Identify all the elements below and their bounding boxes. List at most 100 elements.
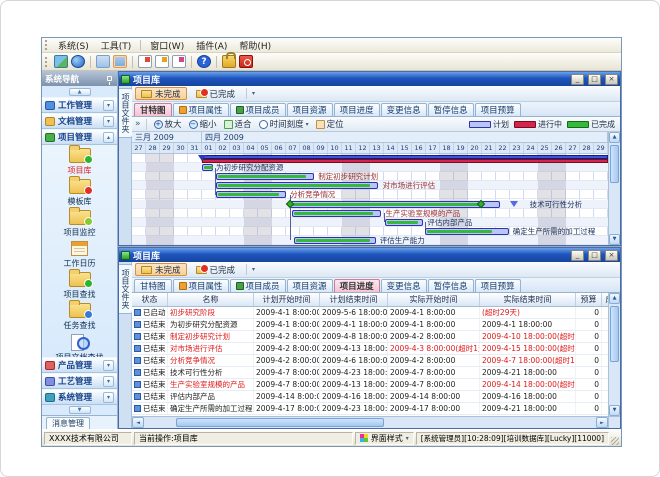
toolbar-overflow-chevron[interactable]: » <box>135 119 141 129</box>
lock-icon[interactable] <box>222 55 236 68</box>
scroll-thumb[interactable] <box>610 145 619 183</box>
scroll-up-arrow-icon[interactable]: ▲ <box>609 293 620 304</box>
table-row[interactable]: 已结束对市场进行评估2009-4-2 8:00:002009-4-13 18:0… <box>132 343 608 355</box>
tab-变更信息[interactable]: 变更信息 <box>381 279 427 292</box>
folder-open-icon[interactable] <box>96 55 110 68</box>
gantt-tool-定位[interactable]: 定位 <box>314 118 346 131</box>
menu-item-4[interactable]: 帮助(H) <box>233 38 277 53</box>
gantt-bar-评估内部产品[interactable] <box>385 219 423 226</box>
scroll-thumb[interactable] <box>610 306 619 362</box>
sidebar-item-工作日历[interactable]: 工作日历 <box>64 241 96 269</box>
table-row[interactable]: 已启动初步研究阶段2009-4-1 8:00:002009-5-6 18:00:… <box>132 307 608 319</box>
sidebar-section-产品管理[interactable]: 产品管理▾ <box>42 357 117 373</box>
gantt-tool-缩小[interactable]: 缩小 <box>187 118 219 131</box>
tab-项目进度[interactable]: 项目进度 <box>334 279 380 292</box>
filter-button-已完成[interactable]: 已完成 <box>190 263 242 276</box>
column-header-实际开始时间[interactable]: 实际开始时间 <box>388 293 480 306</box>
expand-chevron-icon[interactable]: ▾ <box>103 116 114 127</box>
minimize-button[interactable]: _ <box>571 74 584 85</box>
window-titlebar[interactable]: 项目库 _ □ × <box>119 72 620 86</box>
sidebar-section-工作管理[interactable]: 工作管理▾ <box>42 97 117 113</box>
sidebar-section-项目管理[interactable]: 项目管理▴ <box>42 129 117 145</box>
web-icon[interactable] <box>71 55 85 68</box>
sidebar-item-模板库[interactable]: 模板库 <box>68 179 92 207</box>
table-row[interactable]: 已结束技术可行性分析2009-4-7 8:00:002009-4-23 18:0… <box>132 367 608 379</box>
scroll-down-arrow-icon[interactable]: ▼ <box>609 234 620 245</box>
table-row[interactable]: 已结束生产实验室规模的产品2009-4-7 8:00:002009-4-13 1… <box>132 379 608 391</box>
column-header-预算[interactable]: 预算 <box>576 293 602 306</box>
scroll-left-arrow-icon[interactable]: ◄ <box>132 417 144 428</box>
ui-style-selector[interactable]: 界面样式 ▾ <box>355 432 414 445</box>
column-header-实际结束时间[interactable]: 实际结束时间 <box>480 293 576 306</box>
menu-item-0[interactable]: 系统(S) <box>52 38 95 53</box>
project-folder-tab[interactable]: 项目文件夹 <box>119 88 133 138</box>
tab-变更信息[interactable]: 变更信息 <box>381 103 427 116</box>
tab-暂停信息[interactable]: 暂停信息 <box>428 279 474 292</box>
tab-甘特图[interactable]: 甘特图 <box>134 103 172 116</box>
tab-项目预算[interactable]: 项目预算 <box>475 103 521 116</box>
close-button[interactable]: × <box>605 74 618 85</box>
scroll-right-arrow-icon[interactable]: ► <box>596 417 608 428</box>
gantt-bar-技术可行性分析[interactable] <box>290 201 500 208</box>
expand-chevron-icon[interactable]: ▾ <box>103 360 114 371</box>
sidebar-item-项目监控[interactable]: 项目监控 <box>64 210 96 238</box>
scroll-thumb[interactable] <box>176 418 384 427</box>
maximize-button[interactable]: □ <box>588 74 601 85</box>
gantt-tool-时间刻度[interactable]: 时间刻度▾ <box>257 118 311 131</box>
table-horizontal-scrollbar[interactable]: ◄ ► <box>132 416 608 428</box>
tab-项目属性[interactable]: 项目属性 <box>173 103 229 116</box>
message-management-tab[interactable]: 消息管理 <box>42 415 117 429</box>
filter-button-未完成[interactable]: 未完成 <box>135 263 187 276</box>
more-options-icon[interactable]: ▾ <box>252 90 255 97</box>
toolbar-grip[interactable] <box>45 57 48 67</box>
scroll-down-arrow-icon[interactable]: ▼ <box>609 405 620 416</box>
table-row[interactable]: 已结束为初步研究分配资源2009-4-1 8:00:002009-4-1 18:… <box>132 319 608 331</box>
gantt-bar-生产实验室规模的产品[interactable] <box>292 210 382 217</box>
project-folder-tab[interactable]: 项目文件夹 <box>119 264 133 314</box>
table-row[interactable]: 已结束确定生产所需的加工过程2009-4-17 8:00:002009-4-23… <box>132 403 608 415</box>
tab-项目进度[interactable]: 项目进度 <box>334 103 380 116</box>
tab-甘特图[interactable]: 甘特图 <box>134 279 172 292</box>
menu-item-1[interactable]: 工具(T) <box>95 38 138 53</box>
sidebar-item-项目库[interactable]: 项目库 <box>68 148 92 176</box>
window-titlebar[interactable]: 项目库 _ □ × <box>119 248 620 262</box>
tab-项目属性[interactable]: 项目属性 <box>173 279 229 292</box>
column-header-名称[interactable]: 名称 <box>168 293 254 306</box>
scroll-up-arrow-icon[interactable]: ▲ <box>609 132 620 143</box>
table-row[interactable]: 已结束评估内部产品2009-4-14 8:00:002009-4-16 18:0… <box>132 391 608 403</box>
help-icon[interactable] <box>197 55 211 68</box>
gantt-bar-评估生产能力[interactable] <box>294 237 375 244</box>
expand-chevron-icon[interactable]: ▾ <box>103 100 114 111</box>
gantt-bar-对市场进行评估[interactable] <box>216 182 378 189</box>
exit-icon[interactable] <box>239 55 253 68</box>
sidebar-section-系统管理[interactable]: 系统管理▾ <box>42 389 117 405</box>
menu-item-2[interactable]: 窗口(W) <box>144 38 190 53</box>
report-budget-icon[interactable] <box>172 55 186 68</box>
tab-项目成员[interactable]: 项目成员 <box>230 103 286 116</box>
column-header-状态[interactable]: 状态 <box>132 293 168 306</box>
sidebar-section-工艺管理[interactable]: 工艺管理▾ <box>42 373 117 389</box>
more-options-icon[interactable]: ▾ <box>252 266 255 273</box>
report-change-icon[interactable] <box>138 55 152 68</box>
maximize-button[interactable]: □ <box>588 250 601 261</box>
table-row[interactable]: 已结束分析竞争情况2009-4-2 8:00:002009-4-6 18:00:… <box>132 355 608 367</box>
table-vertical-scrollbar[interactable]: ▲ ▼ <box>608 293 620 416</box>
tab-项目成员[interactable]: 项目成员 <box>230 279 286 292</box>
gantt-tool-适合[interactable]: 适合 <box>222 118 254 131</box>
report-pause-icon[interactable] <box>155 55 169 68</box>
gantt-vertical-scrollbar[interactable]: ▲ ▼ <box>608 132 620 245</box>
collapse-down-button[interactable]: ▼ <box>69 406 91 414</box>
resize-grip[interactable] <box>611 437 619 445</box>
expand-chevron-icon[interactable]: ▾ <box>103 376 114 387</box>
gantt-bar-制定初步研究计划[interactable] <box>216 173 314 180</box>
tab-项目资源[interactable]: 项目资源 <box>287 279 333 292</box>
pin-icon[interactable] <box>107 76 112 81</box>
menubar-grip[interactable] <box>45 40 48 50</box>
filter-button-未完成[interactable]: 未完成 <box>135 87 187 100</box>
export-icon[interactable] <box>54 55 68 68</box>
table-row[interactable]: 已结束制定初步研究计划2009-4-2 8:00:002009-4-8 18:0… <box>132 331 608 343</box>
collapse-chevron-icon[interactable]: ▴ <box>103 132 114 143</box>
sidebar-item-项目文档查找[interactable]: 项目文档查找 <box>56 334 104 357</box>
gantt-tool-放大[interactable]: 放大 <box>152 118 184 131</box>
filter-button-已完成[interactable]: 已完成 <box>190 87 242 100</box>
